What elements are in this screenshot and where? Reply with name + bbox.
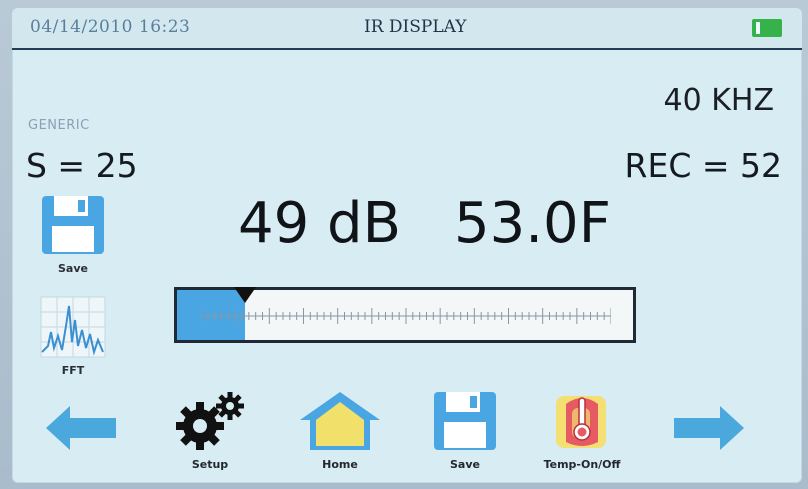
battery-icon bbox=[752, 19, 788, 37]
screen: 04/14/2010 16:23 IR DISPLAY 40 KHZ GENER… bbox=[12, 8, 802, 483]
save-button[interactable]: Save bbox=[432, 390, 498, 471]
app-title: IR DISPLAY bbox=[364, 17, 467, 37]
arrow-left-icon[interactable] bbox=[46, 406, 118, 450]
temp-label: Temp-On/Off bbox=[543, 458, 621, 471]
decibel-readout: 49 dB bbox=[238, 191, 402, 256]
house-icon bbox=[300, 392, 380, 450]
frequency-readout: 40 KHZ bbox=[663, 83, 775, 118]
model-label: GENERIC bbox=[28, 118, 90, 133]
status-bar: 04/14/2010 16:23 IR DISPLAY bbox=[12, 8, 802, 50]
datetime: 04/14/2010 16:23 bbox=[30, 17, 191, 37]
side-save-button[interactable]: Save bbox=[38, 194, 108, 275]
side-save-label: Save bbox=[58, 262, 88, 275]
floppy-disk-icon bbox=[42, 196, 104, 254]
fft-button[interactable]: FFT bbox=[38, 296, 108, 377]
record-readout: REC = 52 bbox=[624, 146, 782, 185]
arrow-right-icon[interactable] bbox=[672, 406, 744, 450]
meter-marker bbox=[234, 287, 256, 303]
gears-icon bbox=[176, 392, 244, 450]
setup-button[interactable]: Setup bbox=[170, 390, 250, 471]
home-button[interactable]: Home bbox=[298, 390, 382, 471]
floppy-disk-icon bbox=[434, 392, 496, 450]
temp-toggle-button[interactable]: Temp-On/Off bbox=[542, 390, 622, 471]
home-label: Home bbox=[322, 458, 358, 471]
sensitivity-readout: S = 25 bbox=[26, 146, 138, 185]
save-label: Save bbox=[450, 458, 480, 471]
level-meter bbox=[174, 287, 636, 343]
meter-scale bbox=[201, 308, 611, 324]
spectrum-icon bbox=[40, 296, 106, 358]
thermometer-icon bbox=[556, 396, 606, 448]
temperature-readout: 53.0F bbox=[454, 191, 611, 256]
setup-label: Setup bbox=[191, 458, 229, 471]
fft-label: FFT bbox=[61, 364, 85, 377]
